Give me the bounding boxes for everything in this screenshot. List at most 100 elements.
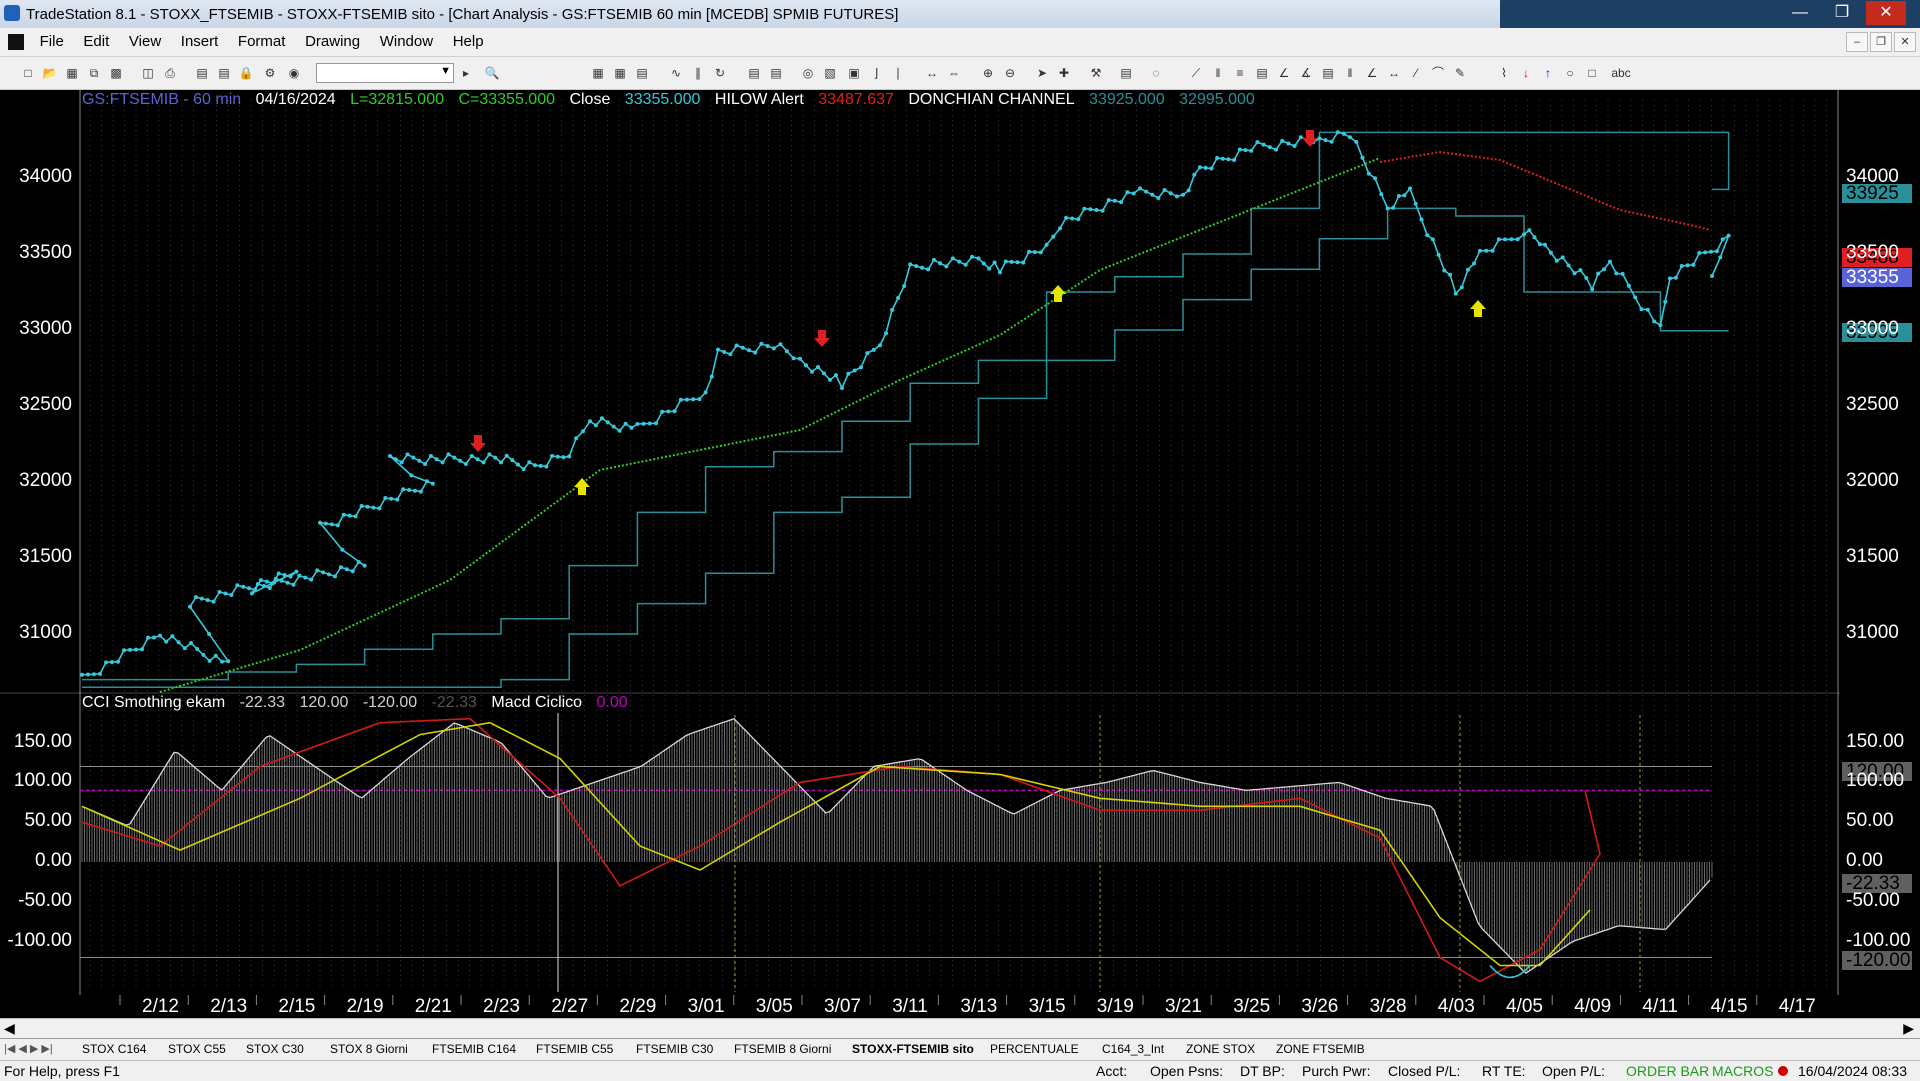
close-price-point [353,514,358,519]
new-icon[interactable]: □ [20,65,36,81]
close-price-point [1710,274,1714,278]
menu-view[interactable]: View [121,28,169,56]
disabled-icon[interactable]: ◌ [1148,65,1164,81]
scroll-right-icon[interactable]: ▶ [1903,1020,1914,1037]
tab-nav-icons[interactable]: |◀ ◀ ▶ ▶| [4,1042,53,1055]
mdi-restore-button[interactable]: ❐ [1870,32,1892,52]
wrench-icon[interactable]: ⚒ [1088,65,1104,81]
bars-icon[interactable]: ‖ [1342,65,1358,81]
menu-edit[interactable]: Edit [75,28,117,56]
tools-icon[interactable]: ⚙ [262,65,278,81]
tab-percentuale[interactable]: PERCENTUALE [990,1042,1079,1056]
horizontal-scrollbar[interactable]: ◀ ▶ [0,1018,1920,1039]
symbol-combo[interactable]: ▼ [316,63,454,83]
color-icon[interactable]: ◉ [286,65,302,81]
ohlc-icon[interactable]: ∣ [890,65,906,81]
close-price-point [152,635,156,640]
chart-canvas[interactable] [0,90,1920,1025]
pointer-icon[interactable]: ➤ [1034,65,1050,81]
tab-ftsemib-c55[interactable]: FTSEMIB C55 [536,1042,613,1056]
menu-format[interactable]: Format [230,28,294,56]
open-icon[interactable]: 📂 [42,65,58,81]
horizontal-lines-icon[interactable]: ≡ [1232,65,1248,81]
fan-icon[interactable]: ∠ [1276,65,1292,81]
folder-icon[interactable]: ▩ [108,65,124,81]
zoom-in-icon[interactable]: ⊕ [980,65,996,81]
scroll-left-icon[interactable]: ◀ [4,1020,15,1037]
tab-stox-c164[interactable]: STOX C164 [82,1042,146,1056]
tab-zone-ftsemib[interactable]: ZONE FTSEMIB [1276,1042,1365,1056]
pencil-icon[interactable]: ✎ [1452,65,1468,81]
refresh-icon[interactable]: ↻ [712,65,728,81]
chart-line-icon[interactable]: ∿ [668,65,684,81]
play-icon[interactable]: ▸ [458,65,474,81]
gann-icon[interactable]: ∠ [1364,65,1380,81]
cursor-icon[interactable]: ✚ [1056,65,1072,81]
arrows-horizontal-icon[interactable]: ↔ [1386,65,1402,81]
vertical-lines-icon[interactable]: ‖ [1210,65,1226,81]
arrow-down-icon[interactable]: ↓ [1518,65,1534,81]
tab-ftsemib-8-giorni[interactable]: FTSEMIB 8 Giorni [734,1042,831,1056]
compress-icon[interactable]: ↔ [924,65,940,81]
mdi-minimize-button[interactable]: – [1846,32,1868,52]
lock-icon[interactable]: 🔒 [238,65,254,81]
curve-icon[interactable]: ⌇ [1496,65,1512,81]
tab-ftsemib-c164[interactable]: FTSEMIB C164 [432,1042,516,1056]
x-tick-label: 2/27 [551,996,589,1017]
tab-stoxx-ftsemib-sito[interactable]: STOXX-FTSEMIB sito [852,1042,974,1056]
zoom-out-icon[interactable]: ⊖ [1002,65,1018,81]
minimize-button[interactable]: — [1780,1,1820,25]
grid-icon[interactable]: ▦ [590,65,606,81]
fib-icon[interactable]: ▤ [1320,65,1336,81]
workspace-icon[interactable]: ▦ [64,65,80,81]
tab-zone-stox[interactable]: ZONE STOX [1186,1042,1255,1056]
chart-area[interactable] [0,90,1920,1025]
angle-icon[interactable]: ∡ [1298,65,1314,81]
parallel-icon[interactable]: ∕ [1408,65,1424,81]
analysis2-icon[interactable]: ▤ [768,65,784,81]
candles-icon[interactable]: ⌋ [868,65,884,81]
tab-stox-c30[interactable]: STOX C30 [246,1042,304,1056]
menu-insert[interactable]: Insert [173,28,227,56]
tab-ftsemib-c30[interactable]: FTSEMIB C30 [636,1042,713,1056]
tab-stox-8-giorni[interactable]: STOX 8 Giorni [330,1042,408,1056]
x-tick-label: 3/01 [687,996,725,1017]
table-icon[interactable]: ▤ [634,65,650,81]
arc-icon[interactable]: ⌒ [1430,65,1446,81]
expand-icon[interactable]: ⇔ [946,65,962,81]
status-macros[interactable]: MACROS [1712,1063,1773,1079]
print-icon[interactable]: ⎙ [162,65,178,81]
insert-icon[interactable]: ▤ [1118,65,1134,81]
x-tick-label: 2/12 [142,996,179,1017]
menu-file[interactable]: File [32,28,72,56]
matrix-icon[interactable]: ▧ [822,65,838,81]
menu-drawing[interactable]: Drawing [297,28,368,56]
menu-window[interactable]: Window [372,28,441,56]
window-icon[interactable]: ▤ [194,65,210,81]
macd-value: 0.00 [596,694,628,711]
trendline-icon[interactable]: ⟋ [1188,65,1204,81]
status-order-bar[interactable]: ORDER BAR [1626,1063,1709,1079]
bar-chart-icon[interactable]: ▣ [846,65,862,81]
close-button[interactable]: ✕ [1866,1,1906,25]
text-tool-icon[interactable]: abc [1610,65,1632,81]
analysis-icon[interactable]: ▤ [746,65,762,81]
maximize-button[interactable]: ❐ [1822,1,1862,25]
arrow-up-icon[interactable]: ↑ [1540,65,1556,81]
tab-c164-3-int[interactable]: C164_3_Int [1102,1042,1164,1056]
copy-icon[interactable]: ⧉ [86,65,102,81]
rectangle-icon[interactable]: □ [1584,65,1600,81]
mdi-close-button[interactable]: ✕ [1894,32,1916,52]
tab-stox-c55[interactable]: STOX C55 [168,1042,226,1056]
find-icon[interactable]: 🔍 [484,65,500,81]
close-price-point [641,421,646,426]
ellipse-icon[interactable]: ○ [1562,65,1578,81]
save-icon[interactable]: ◫ [140,65,156,81]
channel-icon[interactable]: ▤ [1254,65,1270,81]
grid2-icon[interactable]: ▦ [612,65,628,81]
window2-icon[interactable]: ▤ [216,65,232,81]
chart-bars-icon[interactable]: ∥ [690,65,706,81]
radar-icon[interactable]: ◎ [800,65,816,81]
menu-help[interactable]: Help [445,28,492,56]
close-price-point [1220,156,1225,161]
